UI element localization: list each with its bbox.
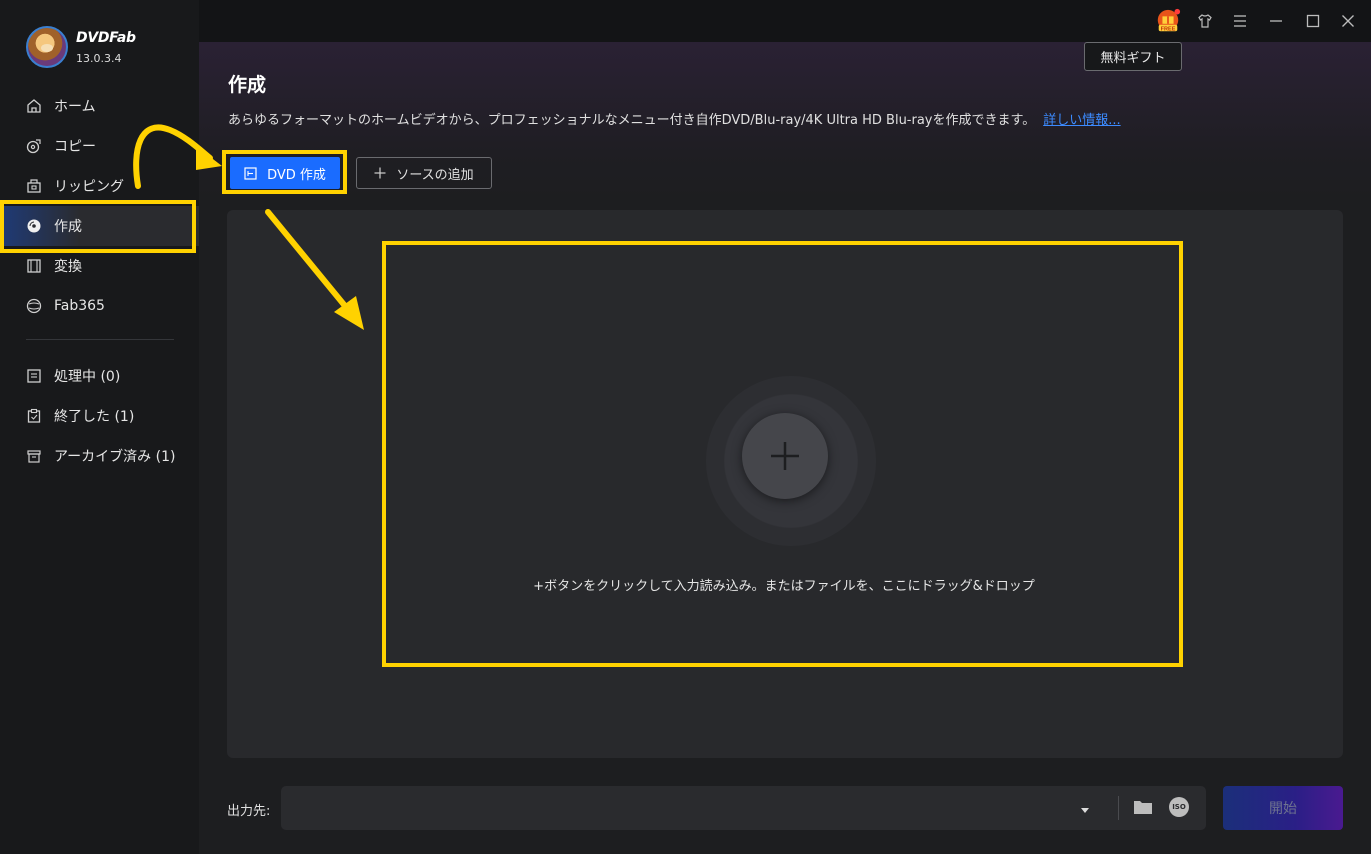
close-icon[interactable] — [1335, 8, 1361, 34]
sidebar-item-label: コピー — [54, 139, 96, 155]
fab365-icon — [26, 298, 42, 314]
highlight-drop-zone-box — [382, 241, 1183, 667]
sidebar-item-label: ホーム — [54, 99, 96, 115]
add-source-label: ソースの追加 — [396, 167, 474, 183]
film-icon — [26, 258, 42, 274]
app-name: DVDFab — [76, 29, 136, 46]
maximize-icon[interactable] — [1300, 8, 1326, 34]
app-version: 13.0.3.4 — [76, 51, 122, 65]
folder-icon[interactable] — [1133, 798, 1153, 820]
home-icon — [26, 98, 42, 114]
sidebar-item-finished[interactable]: 終了した (1) — [0, 396, 199, 436]
description-text: あらゆるフォーマットのホームビデオから、プロフェッショナルなメニュー付き自作DV… — [228, 113, 1036, 128]
page-description: あらゆるフォーマットのホームビデオから、プロフェッショナルなメニュー付き自作DV… — [228, 109, 1121, 128]
task-nav: 処理中 (0) 終了した (1) アーカイブ済み (1) — [0, 356, 199, 476]
footer-divider — [1118, 796, 1119, 820]
free-gift-button[interactable]: 無料ギフト — [1084, 42, 1182, 71]
more-info-link[interactable]: 詳しい情報... — [1043, 113, 1120, 128]
dropdown-caret-icon[interactable] — [1079, 801, 1091, 820]
title-bar: FREE — [199, 0, 1371, 42]
shirt-icon[interactable] — [1192, 8, 1218, 34]
archive-icon — [26, 448, 42, 464]
sidebar-item-label: アーカイブ済み (1) — [54, 449, 176, 465]
iso-icon[interactable]: ISO — [1169, 797, 1189, 817]
add-source-button[interactable]: ソースの追加 — [356, 157, 492, 189]
finished-icon — [26, 408, 42, 424]
output-path-field[interactable] — [281, 786, 1206, 830]
start-button[interactable]: 開始 — [1223, 786, 1343, 830]
plus-icon — [374, 167, 386, 179]
menu-icon[interactable] — [1227, 8, 1253, 34]
copy-icon — [26, 138, 42, 154]
sidebar-item-label: リッピング — [54, 179, 124, 195]
highlight-dvd-button-box — [222, 150, 347, 194]
queue-icon — [26, 368, 42, 384]
sidebar-item-home[interactable]: ホーム — [0, 86, 199, 126]
free-gift-icon[interactable]: FREE — [1155, 8, 1181, 34]
ripper-icon — [26, 178, 42, 194]
brand: DVDFab 13.0.3.4 — [26, 26, 136, 68]
minimize-icon[interactable] — [1263, 8, 1289, 34]
sidebar-item-label: 処理中 (0) — [54, 369, 121, 385]
sidebar-item-queue[interactable]: 処理中 (0) — [0, 356, 199, 396]
page-title: 作成 — [228, 74, 267, 96]
sidebar-item-fab365[interactable]: Fab365 — [0, 286, 199, 326]
sidebar: DVDFab 13.0.3.4 ホーム コピー リッピング 作成 変換 Fab3… — [0, 0, 199, 854]
sidebar-item-label: 変換 — [54, 259, 82, 275]
highlight-creator-box — [0, 200, 196, 253]
sidebar-item-copy[interactable]: コピー — [0, 126, 199, 166]
free-badge-text: FREE — [1161, 26, 1176, 32]
sidebar-item-label: Fab365 — [54, 298, 105, 314]
sidebar-item-archive[interactable]: アーカイブ済み (1) — [0, 436, 199, 476]
sidebar-item-label: 終了した (1) — [54, 409, 135, 425]
dvdfab-logo — [26, 26, 68, 68]
sidebar-divider — [26, 339, 174, 340]
output-label: 出力先: — [227, 804, 271, 819]
